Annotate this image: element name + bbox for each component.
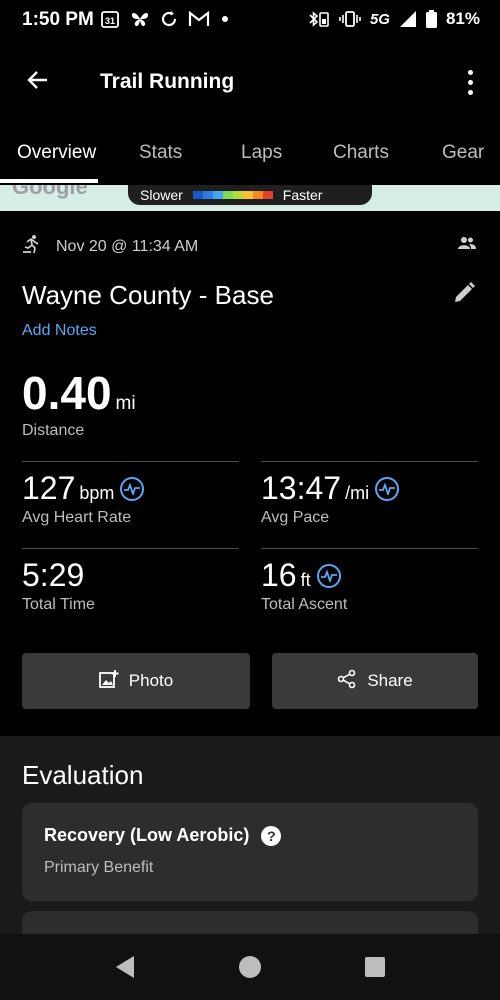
- legend-slower: Slower: [140, 187, 183, 203]
- calendar-icon: 31: [100, 9, 120, 29]
- distance-label: Distance: [22, 422, 85, 439]
- help-icon[interactable]: ?: [261, 825, 282, 846]
- speed-swatch: [192, 191, 203, 199]
- tab-overview[interactable]: Overview: [17, 142, 96, 164]
- running-icon: [22, 234, 42, 259]
- add-notes-link[interactable]: Add Notes: [22, 322, 97, 340]
- divider: [261, 461, 478, 462]
- evaluation-title: Evaluation: [22, 760, 144, 790]
- pace-label: Avg Pace: [261, 509, 330, 526]
- speed-swatch: [252, 191, 263, 199]
- nav-recents-button[interactable]: [362, 954, 388, 980]
- share-label: Share: [367, 671, 413, 690]
- arrow-back-icon: [26, 68, 50, 97]
- nav-back-button[interactable]: [112, 954, 138, 980]
- add-photo-icon: [98, 669, 119, 694]
- dot-icon: [220, 14, 230, 24]
- distance-value: 0.40: [22, 367, 112, 419]
- system-nav-bar: [0, 934, 500, 1000]
- photo-label: Photo: [128, 671, 174, 690]
- speed-swatch: [232, 191, 243, 199]
- training-effect-subtitle: Primary Benefit: [44, 859, 154, 876]
- app-bar: Trail Running: [0, 54, 500, 110]
- training-effect-label: Recovery (Low Aerobic): [44, 825, 250, 845]
- battery-icon: [425, 10, 437, 28]
- page-title: Trail Running: [100, 70, 235, 93]
- pace-unit: /mi: [345, 483, 370, 503]
- bluetooth-icon: [308, 10, 330, 28]
- tab-gear[interactable]: Gear: [442, 142, 484, 164]
- speed-swatch: [262, 191, 273, 199]
- google-attribution: Google: [12, 185, 88, 199]
- signal-icon: [399, 10, 417, 28]
- pace-value: 13:47: [261, 470, 342, 506]
- vibrate-icon: [339, 10, 361, 28]
- speed-color-bar: [192, 191, 273, 199]
- heart-rate-unit: bpm: [79, 483, 115, 503]
- ascent-unit: ft: [300, 570, 311, 590]
- distance-stat: 0.40 mi Distance: [22, 366, 136, 440]
- speed-legend: Slower Faster: [128, 185, 372, 205]
- total-time-label: Total Time: [22, 596, 95, 613]
- speed-swatch: [212, 191, 223, 199]
- divider: [261, 548, 478, 549]
- ascent-value: 16: [261, 557, 297, 593]
- activity-date: Nov 20 @ 11:34 AM: [56, 237, 199, 255]
- legend-faster: Faster: [282, 187, 323, 203]
- back-button[interactable]: [20, 64, 56, 100]
- network-label: 5G: [369, 10, 390, 28]
- system-icons: 5G 81%: [308, 9, 480, 29]
- edit-icon[interactable]: [452, 281, 476, 310]
- share-button[interactable]: Share: [272, 653, 478, 709]
- divider: [22, 548, 239, 549]
- stat-avg-pace: 13:47/mi Avg Pace: [261, 470, 400, 527]
- distance-unit: mi: [115, 393, 136, 414]
- speed-swatch: [202, 191, 213, 199]
- more-options-button[interactable]: [458, 64, 482, 100]
- divider: [22, 461, 239, 462]
- gmail-icon: [188, 11, 210, 27]
- ascent-label: Total Ascent: [261, 596, 348, 613]
- stat-total-ascent: 16 ft Total Ascent: [261, 557, 347, 614]
- stat-avg-heart-rate: 127 bpm Avg Heart Rate: [22, 470, 145, 527]
- activity-name: Wayne County - Base: [22, 280, 274, 310]
- activity-meta: Nov 20 @ 11:34 AM: [22, 234, 198, 259]
- evaluation-section: Evaluation Recovery (Low Aerobic) ? Prim…: [0, 736, 500, 941]
- people-icon[interactable]: [458, 236, 476, 255]
- heart-rate-chart-icon[interactable]: [120, 476, 145, 501]
- calendar-day: 31: [105, 16, 115, 26]
- pace-chart-icon[interactable]: [375, 476, 400, 501]
- more-vert-icon: [467, 69, 473, 75]
- stat-total-time: 5:29 Total Time: [22, 557, 95, 614]
- total-time-value: 5:29: [22, 557, 85, 593]
- ascent-chart-icon[interactable]: [316, 563, 341, 588]
- tab-stats[interactable]: Stats: [139, 142, 182, 164]
- share-icon: [337, 669, 357, 694]
- nav-home-button[interactable]: [237, 954, 263, 980]
- tab-indicator: [0, 179, 98, 183]
- tab-laps[interactable]: Laps: [241, 142, 282, 164]
- status-bar: 1:50 PM 31 5G 81%: [0, 0, 500, 44]
- speed-swatch: [242, 191, 253, 199]
- heart-rate-label: Avg Heart Rate: [22, 509, 132, 526]
- tab-charts[interactable]: Charts: [333, 142, 389, 164]
- tab-bar: Overview Stats Laps Charts Gear: [0, 130, 500, 178]
- sync-icon: [160, 10, 178, 28]
- speed-swatch: [222, 191, 233, 199]
- heart-rate-value: 127: [22, 470, 76, 506]
- butterfly-icon: [130, 10, 150, 28]
- battery-percent: 81%: [445, 9, 480, 28]
- status-time: 1:50 PM: [22, 9, 94, 30]
- evaluation-card[interactable]: Recovery (Low Aerobic) ? Primary Benefit: [22, 803, 478, 901]
- photo-button[interactable]: Photo: [22, 653, 250, 709]
- notification-icons: 31: [100, 9, 230, 29]
